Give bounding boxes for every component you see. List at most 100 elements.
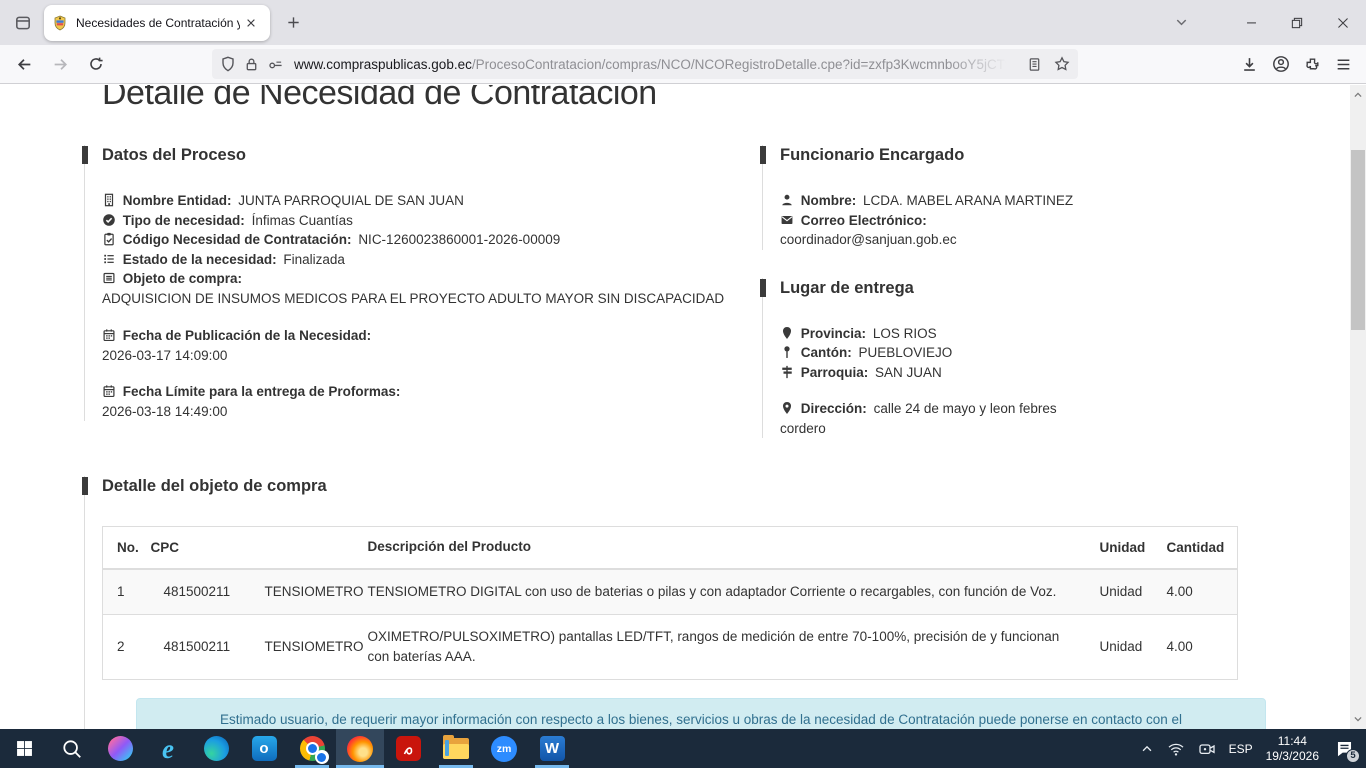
language-indicator[interactable]: ESP <box>1229 742 1253 756</box>
signpost-icon <box>780 363 797 383</box>
map-marker-icon <box>780 324 797 344</box>
scrollbar-up-arrow[interactable] <box>1350 87 1366 103</box>
taskbar-firefox-button[interactable] <box>336 729 384 768</box>
windows-logo-icon <box>16 740 33 757</box>
taskbar-outlook-button[interactable]: o <box>240 729 288 768</box>
page-title: Detalle de Necesidad de Contratación <box>102 85 1350 113</box>
taskbar-acrobat-button[interactable] <box>384 729 432 768</box>
clock-time: 11:44 <box>1266 734 1319 749</box>
system-tray: ESP 11:44 19/3/2026 5 <box>1140 734 1366 764</box>
list-all-tabs-button[interactable] <box>1164 6 1198 40</box>
field-nombre: Nombre: LCDA. MABEL ARANA MARTINEZ <box>780 191 1248 211</box>
back-button[interactable] <box>8 49 40 79</box>
fecha-limite-value: 2026-03-18 14:49:00 <box>102 402 740 422</box>
lock-icon[interactable] <box>244 57 259 72</box>
internet-explorer-icon: e <box>162 736 174 762</box>
restore-icon <box>1290 16 1304 30</box>
tabbar-right <box>1164 0 1366 45</box>
close-icon <box>245 17 257 29</box>
firefox-icon <box>347 736 373 762</box>
meet-now-camera-icon[interactable] <box>1198 741 1216 757</box>
page-scrollbar[interactable] <box>1350 85 1366 729</box>
start-button[interactable] <box>0 729 48 768</box>
window-close-button[interactable] <box>1320 0 1366 45</box>
section-funcionario-encargado: Funcionario Encargado Nombre: LCDA. MABE… <box>762 145 1248 250</box>
url-path: /ProcesoContratacion/compras/NCO/NCORegi… <box>472 57 1012 72</box>
clipboard-check-icon <box>102 230 119 250</box>
taskbar-chrome-button[interactable] <box>288 729 336 768</box>
field-estado-necesidad: Estado de la necesidad: Finalizada <box>102 250 740 270</box>
col-header-cpc: CPC <box>151 527 355 569</box>
col-header-unidad: Unidad <box>1100 527 1167 569</box>
bookmark-star-icon[interactable] <box>1054 56 1070 72</box>
browser-tab-bar: Necesidades de Contratación y <box>0 0 1366 45</box>
reader-view-icon[interactable] <box>1027 57 1042 72</box>
url-domain: www.compraspublicas.gob.ec <box>294 57 472 72</box>
chevron-up-icon <box>1353 90 1363 100</box>
chevron-down-icon <box>1174 15 1189 30</box>
taskbar-clock[interactable]: 11:44 19/3/2026 <box>1266 734 1319 764</box>
col-header-cantidad: Cantidad <box>1167 527 1238 569</box>
tracking-protection-shield-icon[interactable] <box>220 56 236 72</box>
forward-button[interactable] <box>44 49 76 79</box>
field-provincia: Provincia: LOS RIOS <box>780 324 1248 344</box>
tab-close-button[interactable] <box>240 12 262 34</box>
file-explorer-icon <box>443 738 469 759</box>
taskbar-internet-explorer-button[interactable]: e <box>144 729 192 768</box>
reload-icon <box>88 56 104 72</box>
field-tipo-necesidad: Tipo de necesidad: Ínfimas Cuantías <box>102 211 740 231</box>
window-restore-button[interactable] <box>1274 0 1320 45</box>
account-icon[interactable] <box>1272 55 1290 73</box>
map-marker-alt-icon <box>780 399 797 419</box>
taskbar-edge-button[interactable] <box>192 729 240 768</box>
user-icon <box>780 191 797 211</box>
field-fecha-limite: Fecha Límite para la entrega de Proforma… <box>102 382 740 402</box>
section-detalle-objeto-compra: Detalle del objeto de compra No. CPC Des… <box>84 476 1350 729</box>
list-icon <box>102 250 119 270</box>
taskbar-zoom-button[interactable]: zm <box>480 729 528 768</box>
field-codigo-necesidad: Código Necesidad de Contratación: NIC-12… <box>102 230 740 250</box>
edge-icon <box>204 736 229 761</box>
url-bar[interactable]: www.compraspublicas.gob.ec/ProcesoContra… <box>212 49 1078 79</box>
scrollbar-thumb[interactable] <box>1351 150 1365 330</box>
envelope-icon <box>780 211 797 231</box>
map-pin-icon <box>780 343 797 363</box>
browser-toolbar: www.compraspublicas.gob.ec/ProcesoContra… <box>0 45 1366 84</box>
taskbar-word-button[interactable]: W <box>528 729 576 768</box>
downloads-icon[interactable] <box>1241 56 1258 73</box>
search-icon <box>61 738 83 760</box>
new-tab-button[interactable] <box>278 8 308 38</box>
field-canton: Cantón: PUEBLOVIEJO <box>780 343 1248 363</box>
permissions-icon[interactable] <box>267 57 284 72</box>
taskbar-copilot-button[interactable] <box>96 729 144 768</box>
extensions-puzzle-icon[interactable] <box>1304 56 1321 73</box>
screen: Necesidades de Contratación y <box>0 0 1366 768</box>
firefox-view-button[interactable] <box>6 6 40 40</box>
taskbar-search-button[interactable] <box>48 729 96 768</box>
correo-value: coordinador@sanjuan.gob.ec <box>780 230 1248 250</box>
notification-center-button[interactable]: 5 <box>1332 737 1356 761</box>
col-header-no: No. <box>103 527 151 569</box>
fecha-publicacion-value: 2026-03-17 14:09:00 <box>102 346 740 366</box>
productos-table: No. CPC Descripción del Producto Unidad … <box>102 526 1238 680</box>
field-direccion: Dirección: calle 24 de mayo y leon febre… <box>780 399 1070 438</box>
browser-tab[interactable]: Necesidades de Contratación y <box>44 5 270 41</box>
col-header-descripcion: Descripción del Producto <box>355 527 1100 569</box>
window-minimize-button[interactable] <box>1228 0 1274 45</box>
building-icon <box>102 191 119 211</box>
menu-hamburger-icon[interactable] <box>1335 56 1352 73</box>
tray-chevron-up-icon[interactable] <box>1140 742 1154 756</box>
site-favicon <box>52 15 68 31</box>
scrollbar-down-arrow[interactable] <box>1350 711 1366 727</box>
word-icon: W <box>540 736 565 761</box>
copilot-icon <box>108 736 133 761</box>
table-row: 2 481500211 TENSIOMETRO OXIMETRO/PULSOXI… <box>103 614 1238 679</box>
objeto-compra-value: ADQUISICION DE INSUMOS MEDICOS PARA EL P… <box>102 289 740 309</box>
taskbar-file-explorer-button[interactable] <box>432 729 480 768</box>
field-nombre-entidad: Nombre Entidad: JUNTA PARROQUIAL DE SAN … <box>102 191 740 211</box>
url-text: www.compraspublicas.gob.ec/ProcesoContra… <box>294 57 1021 72</box>
plus-icon <box>286 15 301 30</box>
wifi-icon[interactable] <box>1167 741 1185 757</box>
field-objeto-compra: Objeto de compra: <box>102 269 740 289</box>
reload-button[interactable] <box>80 49 112 79</box>
